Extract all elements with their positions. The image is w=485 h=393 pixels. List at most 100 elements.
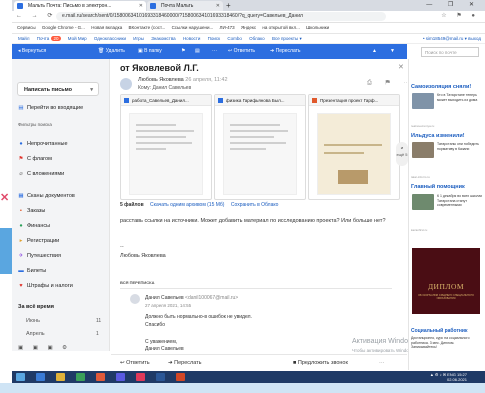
chrome-icon[interactable] [96, 373, 105, 381]
reply-button[interactable]: ↩ Ответить [120, 355, 150, 371]
download-archive-link[interactable]: Скачать одним архивом (15 Мб) [150, 202, 224, 208]
category-travel[interactable]: ✈ Путешествия [18, 253, 61, 259]
quoted-line: Спасибо [145, 322, 166, 328]
sidebar-footer-icons[interactable]: ▣ ▣ ▣ ⚙ [18, 345, 71, 351]
word-icon[interactable] [156, 373, 165, 381]
more-icon[interactable]: ··· [379, 355, 385, 371]
month-april[interactable]: Апрель [26, 331, 45, 337]
forward-button[interactable]: ➜ Переслать [270, 44, 301, 59]
window-controls[interactable]: — ❐ ✕ [426, 0, 481, 11]
paperclip-icon: ⌀ [19, 171, 23, 177]
filter-unread[interactable]: ● Непрочитанные [18, 141, 67, 147]
bookmark-item[interactable]: ВКонтакте (сост... [129, 25, 166, 30]
trash-icon: 🗑 [98, 48, 106, 54]
bookmark-item[interactable]: на открытой вкл... [262, 25, 299, 30]
portal-link[interactable]: Облако [249, 36, 265, 41]
delete-button[interactable]: 🗑 Удалить [98, 44, 125, 59]
reply-button[interactable]: ↩ Ответить [228, 44, 255, 59]
period-selector[interactable]: За всё время [18, 304, 54, 310]
ad-banner[interactable] [412, 248, 480, 314]
category-finance[interactable]: ● Финансы [18, 223, 50, 229]
close-tab-icon[interactable]: ✕ [216, 1, 220, 11]
bookmark-item[interactable]: Школьники [306, 25, 329, 30]
bookmark-item[interactable]: Новая вкладка [91, 25, 122, 30]
attachment-card[interactable]: физика Гарифьянова Был... [214, 94, 306, 200]
prev-message-icon[interactable]: ▲ [372, 44, 377, 59]
url-input[interactable]: e.mail.ru/search/sent/0/1580063410169331… [56, 12, 386, 21]
explorer-icon[interactable] [56, 373, 65, 381]
ad-caption-text[interactable]: Дистанционно, курс на социального работн… [411, 336, 481, 350]
portal-link[interactable]: Майл [18, 36, 29, 41]
save-to-cloud-link[interactable]: Сохранить в Облако [231, 202, 279, 208]
portal-link[interactable]: Мой Мир [68, 36, 87, 41]
bookmark-item[interactable]: Сервисы [17, 25, 36, 30]
edge-icon[interactable] [36, 373, 45, 381]
quoted-sender[interactable]: Данил Савельев <danil100067@mail.ru> [145, 295, 238, 301]
call-button[interactable]: ■ Предложить звонок [293, 355, 348, 371]
news-image[interactable] [412, 194, 434, 210]
flag-button[interactable]: ⚑ [181, 44, 185, 59]
sender[interactable]: Любовь Яковлева 26 апреля, 11:42 [138, 77, 228, 83]
portal-link[interactable]: Игры [133, 36, 144, 41]
mail-search-input[interactable]: Поиск по почте [421, 47, 479, 57]
nav-buttons[interactable]: ← → ⟳ [16, 11, 56, 22]
portal-link-mail[interactable]: Почта [37, 36, 50, 41]
chevron-down-icon[interactable]: ▾ [90, 83, 93, 97]
portal-link[interactable]: Все проекты ▾ [272, 36, 302, 41]
category-scans[interactable]: ▦ Сканы документов [18, 193, 74, 199]
month-june[interactable]: Июнь [26, 318, 40, 324]
news-text[interactable]: Татарстаны они победить нормативу в Каза… [437, 142, 483, 160]
system-tray[interactable]: ▲ ⚙ ♪ ✉ ENG 15:27 02.06.2021 [430, 372, 467, 382]
attachment-preview [317, 113, 391, 195]
ad-caption-title[interactable]: Социальный работник [411, 328, 468, 334]
portal-link[interactable]: Знакомства [151, 36, 175, 41]
portal-link[interactable]: Новости [183, 36, 200, 41]
address-bar-row: ← → ⟳ e.mail.ru/search/sent/0/1580063410… [12, 11, 485, 23]
bookmark-item[interactable]: Яндекс [241, 25, 256, 30]
category-registrations[interactable]: ▸ Регистрации [18, 238, 60, 244]
goto-inbox-link[interactable]: ▤ Перейти во входящие [18, 105, 83, 111]
filters-heading: Фильтры поиска [18, 122, 52, 127]
bookmark-item[interactable]: Google Chrome - G... [42, 25, 85, 30]
bookmark-star-icon[interactable]: ☆ ⚑ ● [441, 11, 479, 22]
news-image[interactable] [412, 142, 434, 158]
portal-link[interactable]: Одноклассники [94, 36, 126, 41]
new-tab-button[interactable]: + [226, 0, 231, 11]
powerpoint-icon[interactable] [176, 373, 185, 381]
next-message-icon[interactable]: ▼ [390, 44, 395, 59]
filter-attachments[interactable]: ⌀ С вложениями [18, 171, 64, 177]
news-title[interactable]: Самоизоляция сняли! [411, 84, 471, 90]
close-tab-icon[interactable]: ✕ [139, 1, 143, 11]
attachment-card[interactable]: работа_Савельев_Данил... [120, 94, 212, 200]
attachment-card[interactable]: Презентация проект Гарф... [308, 94, 400, 200]
app-icon[interactable] [136, 373, 145, 381]
browser-tab[interactable]: Почта Мальть ✕ [147, 1, 223, 11]
account-menu[interactable]: • sim18549@mail.ru ▾ выход [423, 34, 481, 43]
back-button[interactable]: ◂ Вернуться [18, 44, 46, 59]
category-orders[interactable]: ▪ Заказы [18, 208, 45, 214]
news-text[interactable]: Кто в Татарстане теперь может выходить и… [437, 93, 483, 111]
bookmark-item[interactable]: Ссылки нарушени... [172, 25, 214, 30]
move-to-folder-button[interactable]: ▣ В папку [138, 44, 162, 59]
bookmark-item[interactable]: ЛИ-473 [219, 25, 234, 30]
filter-flagged[interactable]: ⚑ С флагом [18, 156, 52, 162]
mail-toolbar: ◂ Вернуться 🗑 Удалить ▣ В папку ⚑ ▤ ··· … [12, 44, 407, 59]
portal-link[interactable]: Поиск [208, 36, 220, 41]
archive-button[interactable]: ▤ [195, 44, 200, 59]
category-tickets[interactable]: ▬ Билеты [18, 268, 46, 274]
news-image[interactable] [412, 93, 434, 109]
start-icon[interactable] [16, 373, 25, 381]
forward-button[interactable]: ➜ Переслать [168, 355, 202, 371]
more-button[interactable]: ··· [212, 44, 217, 59]
news-text[interactable]: К 1 декабря во всех школах Татарстана ст… [437, 194, 483, 212]
news-title[interactable]: Ильдуса изменили! [411, 133, 465, 139]
store-icon[interactable] [76, 373, 85, 381]
compose-button[interactable]: Написать письмо ▾ [17, 82, 99, 96]
close-icon[interactable]: ✕ [398, 63, 404, 71]
more-attachments-button[interactable]: ⌀ ещё 5 [396, 142, 408, 166]
app-icon[interactable] [116, 373, 125, 381]
portal-link[interactable]: Combo [227, 36, 242, 41]
browser-tab-active[interactable]: Мальть Почта: Письмо в электрон... ✕ [14, 1, 146, 11]
category-fines[interactable]: ♥ Штрафы и налоги [18, 283, 72, 289]
news-title[interactable]: Главный помощник [411, 184, 465, 190]
